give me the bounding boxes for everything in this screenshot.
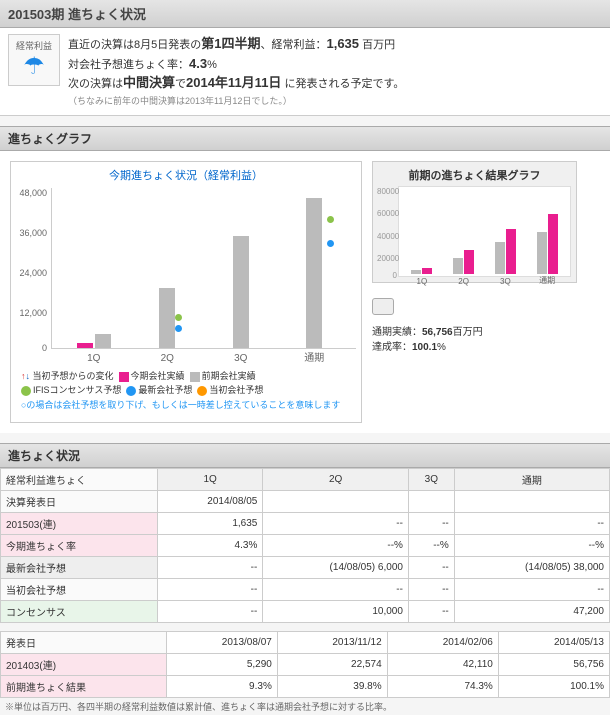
summary-box: 経常利益 ☂ 直近の決算は8月5日発表の第1四半期、経常利益：1,635 百万円… — [0, 28, 610, 116]
side-chart-title: 前期の進ちょく結果グラフ — [378, 167, 571, 183]
comment-icon — [372, 298, 394, 315]
progress-table-current: 経常利益進ちょく1Q2Q3Q通期 決算発表日2014/08/05 201503(… — [0, 468, 610, 623]
side-stats: 通期実績：56,756百万円 達成率：100.1% — [372, 298, 577, 355]
page-header: 201503期 進ちょく状況 — [0, 0, 610, 28]
summary-text: 直近の決算は8月5日発表の第1四半期、経常利益：1,635 百万円 対会社予想進… — [68, 34, 602, 109]
metric-label: 経常利益 — [16, 39, 52, 52]
metric-icon-box: 経常利益 ☂ — [8, 34, 60, 86]
chart-title: 今期進ちょく状況（経常利益） — [16, 167, 356, 183]
chart-canvas: 48,000 36,000 24,000 12,000 0 1Q 2Q 3Q 通… — [51, 188, 356, 349]
umbrella-icon: ☂ — [23, 52, 45, 81]
mini-chart: 80000 60000 40000 20000 0 1Q 2Q 3Q 通期 — [398, 186, 571, 277]
graph-section-title: 進ちょくグラフ — [0, 126, 610, 151]
chart-legend: ↑↓ 当初予想からの変化 今期会社実績 前期会社実績 IFISコンセンサス予想 … — [16, 364, 356, 417]
progress-table-prev: 発表日2013/08/072013/11/122014/02/062014/05… — [0, 631, 610, 698]
main-chart: 今期進ちょく状況（経常利益） 48,000 36,000 24,000 12,0… — [10, 161, 362, 423]
table-section-title: 進ちょく状況 — [0, 443, 610, 468]
footnote: ※単位は百万円、各四半期の経常利益数値は累計値、進ちょく率は通期会社予想に対する… — [0, 698, 610, 715]
side-chart-box: 前期の進ちょく結果グラフ 80000 60000 40000 20000 0 1… — [372, 161, 577, 423]
